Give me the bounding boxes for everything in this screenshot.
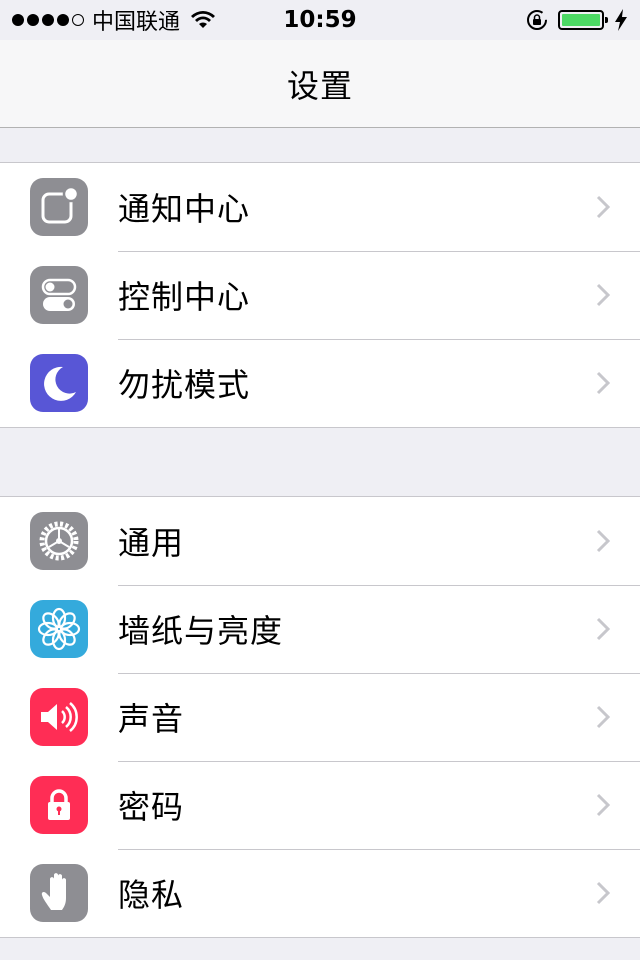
settings-group-2: 通用 墙纸与亮度 声音 密码 隐私: [0, 496, 640, 938]
settings-item-label: 勿扰模式: [118, 366, 251, 404]
settings-item-general[interactable]: 通用: [0, 497, 640, 585]
battery-icon: [558, 10, 608, 30]
settings-item-sounds[interactable]: 声音: [0, 673, 640, 761]
gear-icon: [30, 512, 88, 570]
status-bar: 中国联通 10:59: [0, 0, 640, 40]
moon-icon: [30, 354, 88, 412]
settings-item-label: 密码: [118, 788, 185, 826]
settings-item-label: 通用: [118, 524, 185, 562]
charging-icon: [615, 9, 627, 31]
chevron-right-icon: [596, 617, 610, 641]
wifi-icon: [191, 11, 216, 28]
chevron-right-icon: [596, 195, 610, 219]
settings-item-passcode[interactable]: 密码: [0, 761, 640, 849]
speaker-icon: [30, 688, 88, 746]
lock-icon: [30, 776, 88, 834]
hand-icon: [30, 864, 88, 922]
settings-item-label: 控制中心: [118, 278, 251, 316]
chevron-right-icon: [596, 793, 610, 817]
settings-item-label: 墙纸与亮度: [118, 612, 284, 650]
settings-item-do-not-disturb[interactable]: 勿扰模式: [0, 339, 640, 427]
page-title: 设置: [286, 66, 353, 105]
chevron-right-icon: [596, 283, 610, 307]
chevron-right-icon: [596, 529, 610, 553]
settings-item-label: 隐私: [118, 876, 185, 914]
settings-item-privacy[interactable]: 隐私: [0, 849, 640, 937]
notification-center-icon: [30, 178, 88, 236]
navigation-bar: 设置: [0, 40, 640, 128]
settings-item-notification-center[interactable]: 通知中心: [0, 163, 640, 251]
settings-item-control-center[interactable]: 控制中心: [0, 251, 640, 339]
control-center-icon: [30, 266, 88, 324]
settings-item-label: 声音: [118, 700, 185, 738]
settings-group-1: 通知中心 控制中心 勿扰模式: [0, 162, 640, 428]
carrier-name: 中国联通: [92, 10, 181, 35]
rotation-lock-icon: [527, 10, 547, 30]
chevron-right-icon: [596, 371, 610, 395]
settings-item-label: 通知中心: [118, 190, 251, 228]
chevron-right-icon: [596, 881, 610, 905]
chevron-right-icon: [596, 705, 610, 729]
flower-icon: [30, 600, 88, 658]
settings-item-wallpaper-brightness[interactable]: 墙纸与亮度: [0, 585, 640, 673]
signal-strength-icon: [12, 14, 84, 26]
